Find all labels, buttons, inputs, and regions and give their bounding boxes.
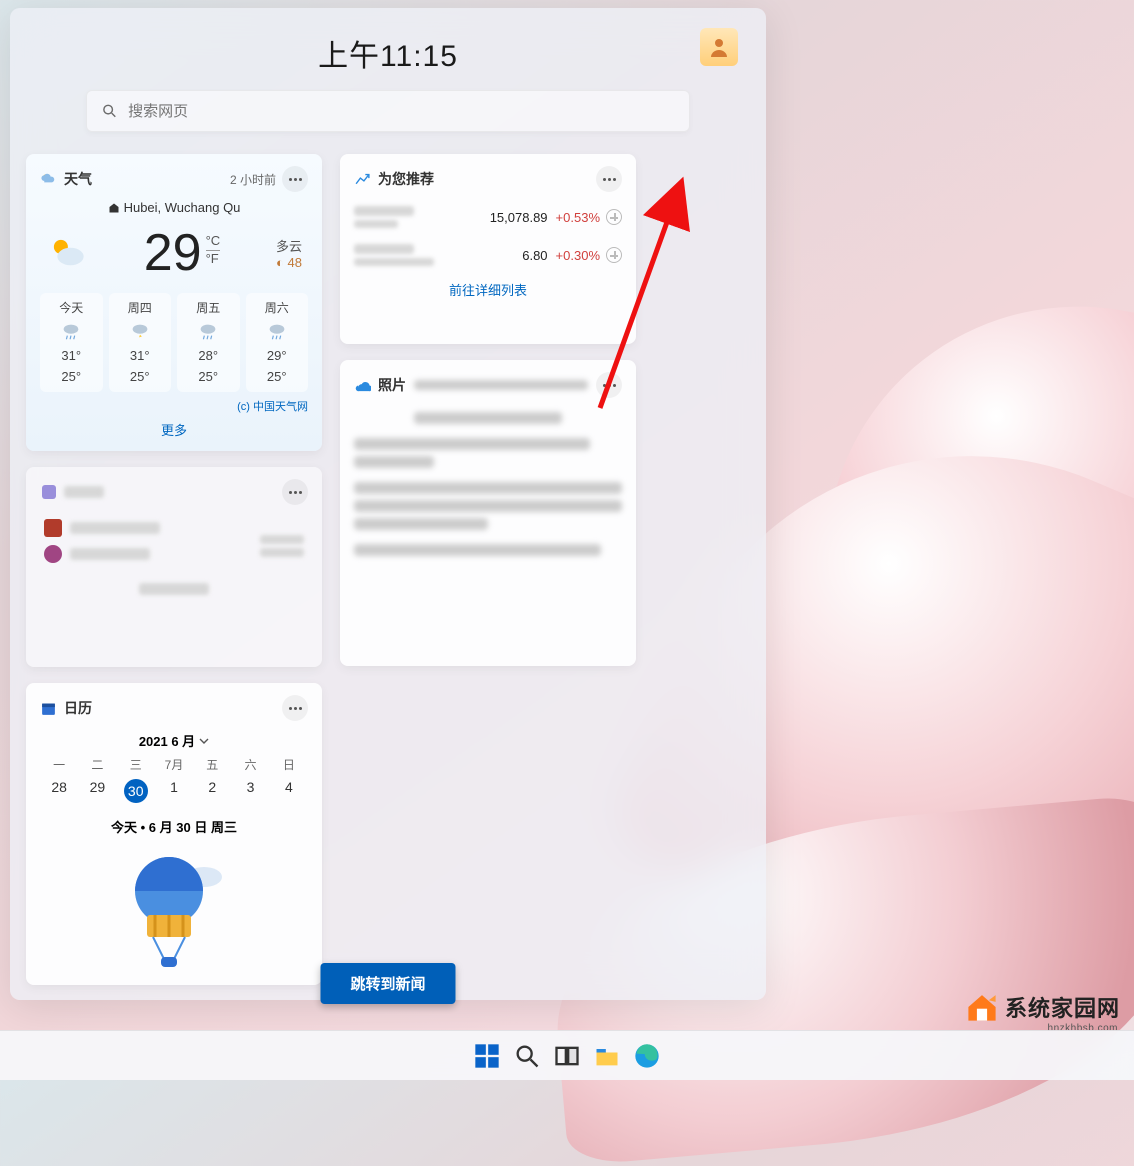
file-explorer-button[interactable] — [593, 1042, 621, 1070]
calendar-icon — [40, 700, 57, 717]
current-weather-icon — [46, 232, 88, 274]
taskbar — [0, 1030, 1134, 1080]
photos-icon — [354, 377, 371, 394]
weather-temperature: 29 °C °F — [144, 223, 220, 283]
forecast-day[interactable]: 周五28°25° — [177, 293, 240, 392]
forecast-row: 今天31°25° 周四31°25° 周五28°25° 周六29°25° — [40, 293, 308, 392]
avatar[interactable] — [700, 28, 738, 66]
stocks-icon — [354, 171, 371, 188]
search-input[interactable] — [128, 103, 675, 120]
weather-more-link[interactable]: 更多 — [40, 420, 308, 439]
watermark: 系统家园网 hnzkhbsb.com — [965, 990, 1120, 1024]
forecast-day[interactable]: 今天31°25° — [40, 293, 103, 392]
weather-title: 天气 — [64, 169, 92, 189]
weather-icon — [40, 171, 57, 188]
chevron-down-icon — [199, 736, 209, 746]
calendar-more-button[interactable] — [282, 695, 308, 721]
add-stock-button[interactable] — [606, 209, 622, 225]
clock: 上午11:15 — [318, 31, 458, 75]
task-view-button[interactable] — [553, 1042, 581, 1070]
news-button[interactable]: 跳转到新闻 — [320, 963, 455, 1004]
forecast-day[interactable]: 周四31°25° — [109, 293, 172, 392]
weather-aqi: ◐ 48 — [276, 255, 302, 270]
sports-more-button[interactable] — [282, 479, 308, 505]
calendar-illustration — [40, 844, 308, 974]
stock-row[interactable]: 6.80 +0.30% — [354, 242, 622, 268]
widgets-panel: 上午11:15 天气 2 小时前 Hubei, Wuchang Qu — [10, 8, 766, 1000]
stocks-title: 为您推荐 — [378, 169, 434, 189]
days-row[interactable]: 2829301234 — [40, 779, 308, 803]
today-label: 今天 • 6 月 30 日 周三 — [40, 817, 308, 836]
month-picker[interactable]: 2021 6 月 — [40, 731, 308, 750]
calendar-card[interactable]: 日历 2021 6 月 一二三7月五六日 2829301234 今天 • 6 月… — [26, 683, 322, 985]
forecast-day[interactable]: 周六29°25° — [246, 293, 309, 392]
weather-location: Hubei, Wuchang Qu — [40, 200, 308, 215]
search-bar[interactable] — [86, 90, 690, 132]
start-button[interactable] — [473, 1042, 501, 1070]
weather-card[interactable]: 天气 2 小时前 Hubei, Wuchang Qu 29 °C °F — [26, 154, 322, 451]
weather-more-button[interactable] — [282, 166, 308, 192]
taskbar-search-button[interactable] — [513, 1042, 541, 1070]
weather-updated: 2 小时前 — [230, 171, 276, 188]
stocks-detail-link[interactable]: 前往详细列表 — [354, 280, 622, 299]
search-icon — [101, 102, 118, 120]
photos-title: 照片 — [378, 375, 406, 395]
add-stock-button[interactable] — [606, 247, 622, 263]
weather-credit[interactable]: (c) 中国天气网 — [40, 398, 308, 414]
sports-card[interactable] — [26, 467, 322, 667]
sports-icon — [40, 484, 57, 501]
stocks-card[interactable]: 为您推荐 15,078.89 +0.53% 6.80 +0.30% 前往详细列表 — [340, 154, 636, 344]
calendar-title: 日历 — [64, 698, 92, 718]
edge-button[interactable] — [633, 1042, 661, 1070]
weather-condition: 多云 — [276, 236, 302, 255]
photos-card[interactable]: 照片 — [340, 360, 636, 666]
stock-row[interactable]: 15,078.89 +0.53% — [354, 204, 622, 230]
photos-more-button[interactable] — [596, 372, 622, 398]
stocks-more-button[interactable] — [596, 166, 622, 192]
